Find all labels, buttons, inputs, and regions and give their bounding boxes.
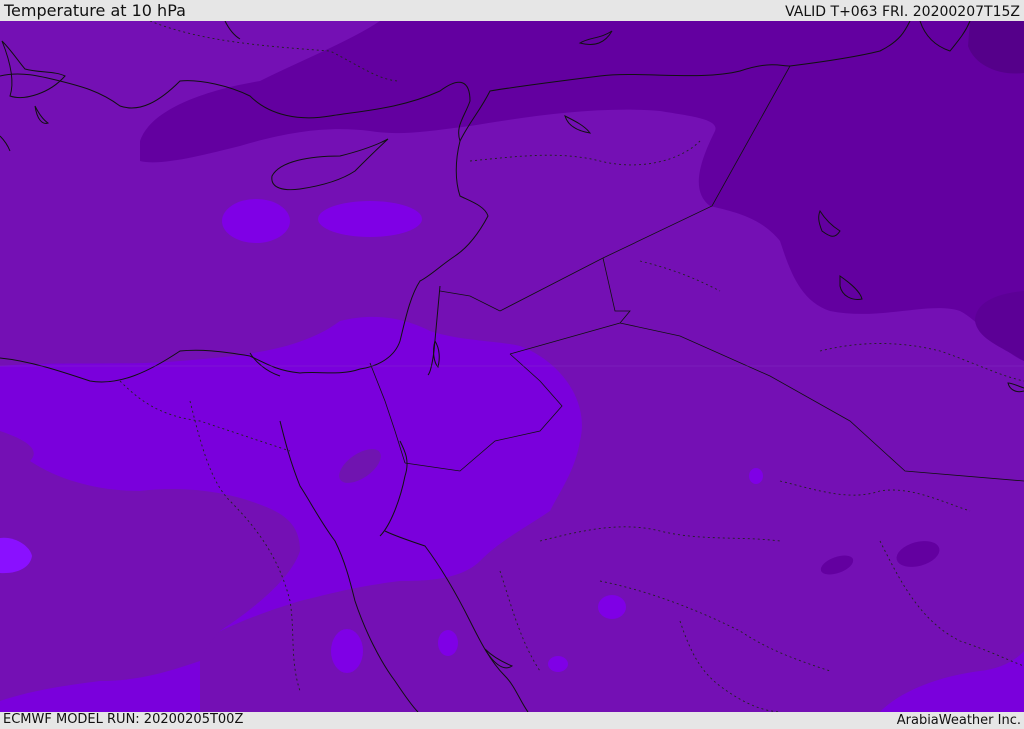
- credit-label: ArabiaWeather Inc.: [896, 713, 1021, 728]
- warm-spot-hejaz: [548, 656, 568, 672]
- footer-bar: ECMWF MODEL RUN: 20200205T00Z ArabiaWeat…: [0, 712, 1024, 729]
- map-svg: [0, 21, 1024, 712]
- warm-spot-red-sea: [438, 630, 458, 656]
- warm-spot-iraq: [749, 468, 763, 484]
- warm-spot-arabia: [598, 595, 626, 619]
- temperature-map[interactable]: [0, 21, 1024, 712]
- header-bar: Temperature at 10 hPa VALID T+063 FRI. 2…: [0, 0, 1024, 21]
- warm-spot-lebanon-west: [318, 201, 422, 237]
- map-title: Temperature at 10 hPa: [4, 1, 186, 20]
- warm-spot-sudan: [331, 629, 363, 673]
- valid-time: VALID T+063 FRI. 20200207T15Z: [785, 4, 1020, 20]
- warm-spot-cyprus-south: [222, 199, 290, 243]
- model-run-label: ECMWF MODEL RUN: 20200205T00Z: [3, 712, 244, 727]
